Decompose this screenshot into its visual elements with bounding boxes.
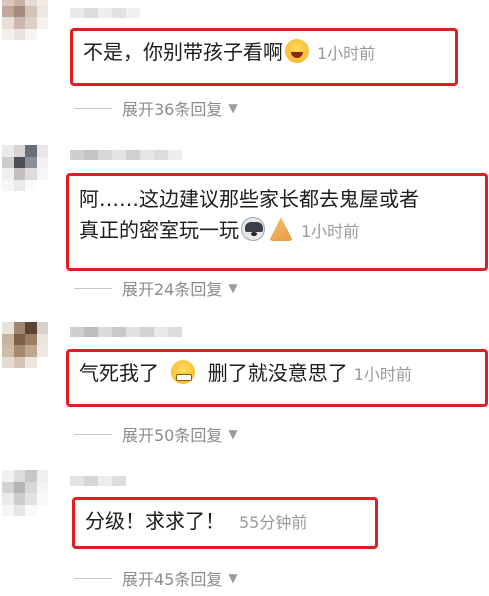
expand-replies-label: 展开36条回复 [122,100,223,119]
comment-text: 不是，你别带孩子看啊 [83,40,283,64]
avatar[interactable] [2,322,48,368]
expand-replies-button[interactable]: 展开50条回复 ▼ [74,422,238,446]
expand-replies-label: 展开45条回复 [122,570,223,589]
expand-replies-label: 展开24条回复 [122,280,223,299]
expand-replies-button[interactable]: 展开45条回复 ▼ [74,566,238,590]
divider [74,433,112,435]
comment-time: 55分钟前 [239,513,308,532]
expand-replies-button[interactable]: 展开36条回复 ▼ [74,96,238,120]
comment-text-line: 真正的密室玩一玩 [79,218,239,242]
comment-time: 1小时前 [301,222,360,241]
divider [74,577,112,579]
comment-bubble: 不是，你别带孩子看啊 1小时前 [70,28,458,86]
username-blurred[interactable] [70,150,182,160]
dog-face-icon [241,217,265,241]
avatar[interactable] [2,0,48,40]
expand-replies-label: 展开50条回复 [122,426,223,445]
comment-time: 1小时前 [317,44,376,63]
chevron-down-icon: ▼ [228,281,238,295]
comment-bubble: 气死我了 删了就没意思了 1小时前 [66,349,488,407]
comment-text: 气死我了 [79,361,159,385]
comment-time: 1小时前 [353,365,412,384]
comment-text-line: 阿……这边建议那些家长都去鬼屋或者 [79,187,419,211]
folded-hands-icon [269,217,293,241]
divider [74,287,112,289]
chevron-down-icon: ▼ [228,101,238,115]
username-blurred[interactable] [70,8,140,18]
expand-replies-button[interactable]: 展开24条回复 ▼ [74,276,238,300]
chevron-down-icon: ▼ [228,427,238,441]
rolling-laugh-icon [285,39,309,63]
comment-text: 删了就没意思了 [207,361,348,385]
avatar[interactable] [2,470,48,516]
comment-text: 分级！求求了！ [85,509,225,533]
comment-bubble: 阿……这边建议那些家长都去鬼屋或者 真正的密室玩一玩 1小时前 [66,173,488,271]
chevron-down-icon: ▼ [228,571,238,585]
username-blurred[interactable] [70,327,182,337]
comment-bubble: 分级！求求了！ 55分钟前 [72,497,378,549]
username-blurred[interactable] [70,476,126,486]
divider [74,107,112,109]
angry-grimace-icon [171,360,196,384]
avatar[interactable] [2,145,48,191]
